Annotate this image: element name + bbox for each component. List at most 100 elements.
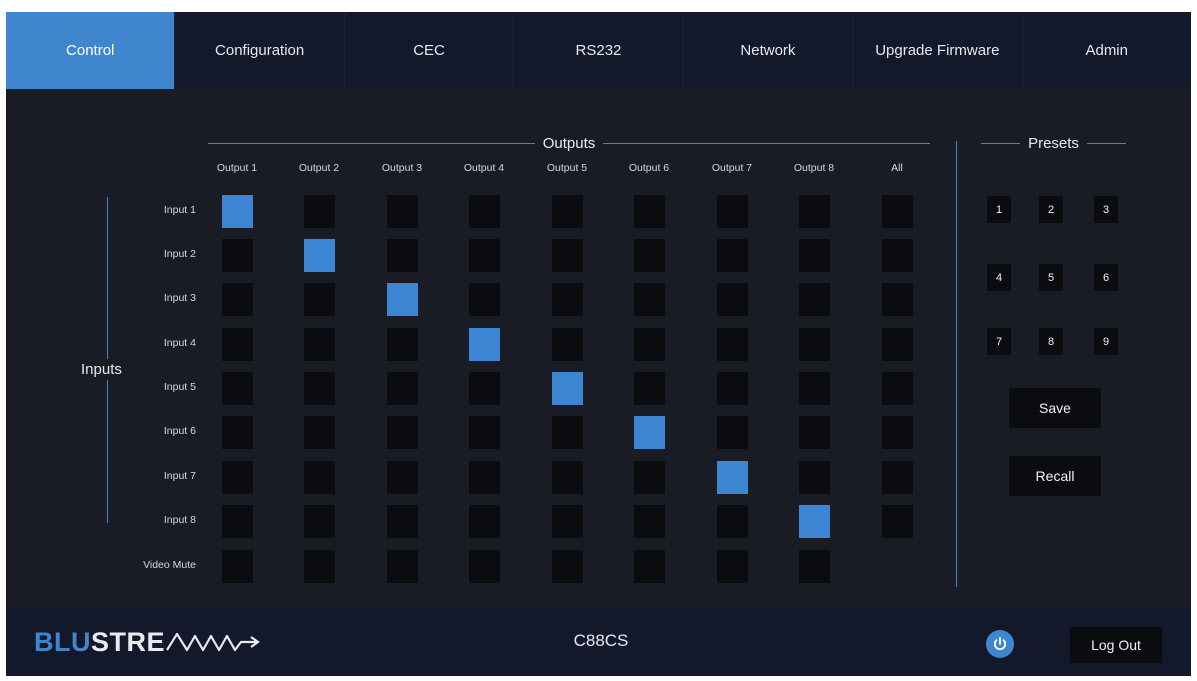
- routing-cell[interactable]: [222, 283, 253, 316]
- routing-cell[interactable]: [717, 328, 748, 361]
- routing-cell[interactable]: [799, 195, 830, 228]
- routing-cell[interactable]: [799, 328, 830, 361]
- routing-cell[interactable]: [634, 239, 665, 272]
- routing-cell[interactable]: [469, 328, 500, 361]
- preset-button[interactable]: 1: [987, 196, 1011, 223]
- logout-button[interactable]: Log Out: [1070, 627, 1162, 663]
- tab-cec[interactable]: CEC: [345, 12, 515, 89]
- routing-cell[interactable]: [387, 372, 418, 405]
- routing-cell[interactable]: [717, 550, 748, 583]
- tab-network[interactable]: Network: [684, 12, 854, 89]
- routing-cell[interactable]: [222, 328, 253, 361]
- preset-button[interactable]: 8: [1039, 328, 1063, 355]
- routing-cell[interactable]: [304, 195, 335, 228]
- recall-button[interactable]: Recall: [1009, 456, 1101, 496]
- routing-cell[interactable]: [469, 416, 500, 449]
- routing-cell[interactable]: [717, 239, 748, 272]
- routing-cell[interactable]: [799, 283, 830, 316]
- routing-cell[interactable]: [552, 328, 583, 361]
- preset-button[interactable]: 5: [1039, 264, 1063, 291]
- routing-cell[interactable]: [222, 461, 253, 494]
- routing-cell[interactable]: [799, 505, 830, 538]
- routing-cell[interactable]: [634, 328, 665, 361]
- routing-cell[interactable]: [882, 416, 913, 449]
- routing-cell[interactable]: [799, 416, 830, 449]
- routing-cell[interactable]: [717, 372, 748, 405]
- routing-cell[interactable]: [222, 416, 253, 449]
- routing-cell[interactable]: [552, 195, 583, 228]
- routing-cell[interactable]: [552, 416, 583, 449]
- preset-button[interactable]: 7: [987, 328, 1011, 355]
- routing-cell[interactable]: [552, 372, 583, 405]
- routing-cell[interactable]: [387, 195, 418, 228]
- routing-cell[interactable]: [387, 416, 418, 449]
- routing-cell[interactable]: [387, 239, 418, 272]
- routing-cell[interactable]: [882, 505, 913, 538]
- routing-cell[interactable]: [469, 283, 500, 316]
- preset-button[interactable]: 9: [1094, 328, 1118, 355]
- routing-cell[interactable]: [304, 372, 335, 405]
- routing-cell[interactable]: [222, 195, 253, 228]
- routing-cell[interactable]: [799, 461, 830, 494]
- routing-cell[interactable]: [304, 283, 335, 316]
- preset-button[interactable]: 6: [1094, 264, 1118, 291]
- routing-cell[interactable]: [304, 550, 335, 583]
- routing-cell[interactable]: [304, 416, 335, 449]
- routing-cell[interactable]: [304, 505, 335, 538]
- routing-cell[interactable]: [634, 195, 665, 228]
- routing-cell[interactable]: [469, 505, 500, 538]
- routing-cell[interactable]: [222, 372, 253, 405]
- routing-cell[interactable]: [552, 505, 583, 538]
- routing-cell[interactable]: [799, 550, 830, 583]
- routing-cell[interactable]: [634, 505, 665, 538]
- routing-cell[interactable]: [387, 461, 418, 494]
- routing-cell[interactable]: [882, 283, 913, 316]
- preset-button[interactable]: 2: [1039, 196, 1063, 223]
- routing-cell[interactable]: [882, 461, 913, 494]
- power-button[interactable]: [986, 630, 1014, 658]
- routing-cell[interactable]: [222, 505, 253, 538]
- routing-cell[interactable]: [387, 550, 418, 583]
- routing-cell[interactable]: [222, 550, 253, 583]
- routing-cell[interactable]: [882, 328, 913, 361]
- routing-cell[interactable]: [304, 461, 335, 494]
- routing-cell[interactable]: [634, 283, 665, 316]
- routing-cell[interactable]: [882, 239, 913, 272]
- routing-cell[interactable]: [717, 416, 748, 449]
- preset-button[interactable]: 3: [1094, 196, 1118, 223]
- routing-cell[interactable]: [469, 550, 500, 583]
- routing-cell[interactable]: [552, 461, 583, 494]
- routing-cell[interactable]: [469, 195, 500, 228]
- routing-cell[interactable]: [717, 461, 748, 494]
- routing-cell[interactable]: [469, 461, 500, 494]
- tab-upgrade-firmware[interactable]: Upgrade Firmware: [853, 12, 1023, 89]
- preset-button[interactable]: 4: [987, 264, 1011, 291]
- routing-cell[interactable]: [304, 239, 335, 272]
- routing-cell[interactable]: [634, 550, 665, 583]
- routing-cell[interactable]: [634, 372, 665, 405]
- tab-admin[interactable]: Admin: [1023, 12, 1191, 89]
- tab-rs232[interactable]: RS232: [514, 12, 684, 89]
- routing-cell[interactable]: [717, 283, 748, 316]
- routing-cell[interactable]: [552, 239, 583, 272]
- routing-cell[interactable]: [634, 461, 665, 494]
- routing-cell[interactable]: [222, 239, 253, 272]
- routing-cell[interactable]: [387, 328, 418, 361]
- tab-configuration[interactable]: Configuration: [175, 12, 345, 89]
- routing-cell[interactable]: [304, 328, 335, 361]
- routing-cell[interactable]: [634, 416, 665, 449]
- routing-cell[interactable]: [799, 372, 830, 405]
- routing-cell[interactable]: [469, 372, 500, 405]
- routing-cell[interactable]: [799, 239, 830, 272]
- routing-cell[interactable]: [882, 372, 913, 405]
- routing-cell[interactable]: [552, 283, 583, 316]
- routing-cell[interactable]: [882, 195, 913, 228]
- routing-cell[interactable]: [552, 550, 583, 583]
- routing-cell[interactable]: [717, 195, 748, 228]
- tab-control[interactable]: Control: [6, 12, 176, 89]
- routing-cell[interactable]: [717, 505, 748, 538]
- routing-cell[interactable]: [469, 239, 500, 272]
- routing-cell[interactable]: [387, 505, 418, 538]
- save-button[interactable]: Save: [1009, 388, 1101, 428]
- routing-cell[interactable]: [387, 283, 418, 316]
